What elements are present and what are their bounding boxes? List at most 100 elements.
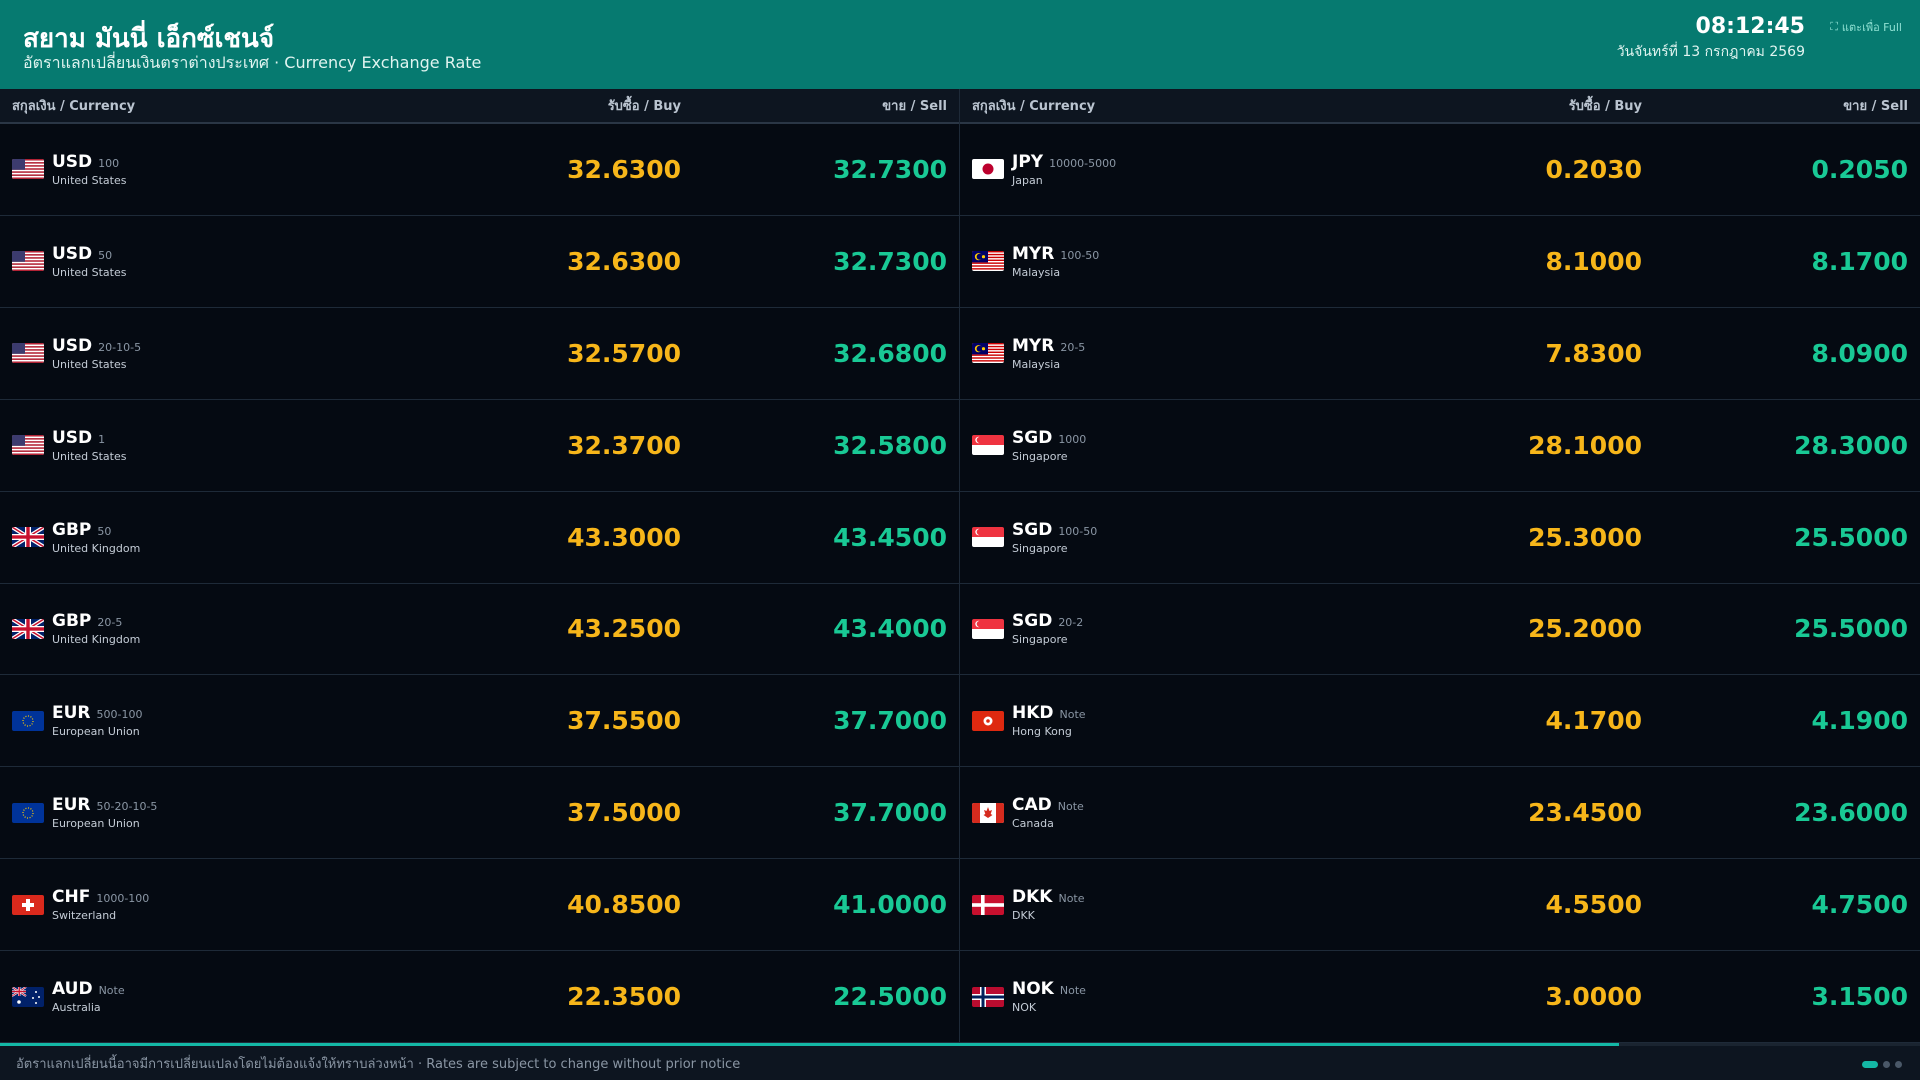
no-flag-icon — [972, 986, 1004, 1007]
uk-flag-icon — [12, 527, 44, 548]
buy-rate: 32.3700 — [567, 430, 681, 460]
sell-rate: 23.6000 — [1794, 798, 1908, 828]
currency-code: CHF — [52, 887, 91, 908]
currency-code-line: DKK Note — [1012, 887, 1085, 907]
currency-code: NOK — [1012, 979, 1054, 1000]
currency-code: SGD — [1012, 611, 1053, 632]
denomination: 100-50 — [1058, 524, 1098, 538]
currency-info: JPY 10000-5000 Japan — [1012, 152, 1116, 187]
currency-code-line: SGD 1000 — [1012, 428, 1086, 448]
page-dot[interactable] — [1895, 1061, 1902, 1068]
column-header-sell: ขาย / Sell — [882, 99, 947, 114]
buy-rate: 32.5700 — [567, 338, 681, 368]
currency-code-line: NOK Note — [1012, 979, 1086, 999]
country-name: Singapore — [1012, 633, 1068, 647]
column-header-buy: รับซื้อ / Buy — [607, 99, 681, 114]
rate-row-hkd: HKD Note Hong Kong 4.1700 4.1900 — [960, 675, 1920, 768]
rate-row-myr: MYR 20-5 Malaysia 7.8300 8.0900 — [960, 308, 1920, 400]
currency-code: AUD — [52, 979, 93, 1000]
currency-code: SGD — [1012, 519, 1053, 540]
sell-rate: 0.2050 — [1811, 154, 1908, 184]
buy-rate: 28.1000 — [1528, 430, 1642, 460]
denomination: 10000-5000 — [1049, 156, 1117, 170]
denomination: Note — [1058, 892, 1085, 906]
rate-row-dkk: DKK Note DKK 4.5500 4.7500 — [960, 859, 1920, 952]
rate-row-usd: USD 1 United States 32.3700 32.5800 — [0, 400, 959, 492]
buy-rate: 32.6300 — [567, 154, 681, 184]
currency-code: USD — [52, 151, 93, 172]
sell-rate: 28.3000 — [1794, 430, 1908, 460]
sell-rate: 4.7500 — [1811, 890, 1908, 920]
rate-row-cad: CAD Note Canada 23.4500 23.6000 — [960, 767, 1920, 860]
sg-flag-icon — [972, 527, 1004, 548]
my-flag-icon — [972, 343, 1004, 364]
rate-row-eur: EUR 500-100 European Union 37.5500 37.7000 — [0, 675, 959, 768]
currency-info: CAD Note Canada — [1012, 795, 1084, 830]
currency-cell: MYR 100-50 Malaysia — [960, 244, 1362, 279]
buy-rate: 4.1700 — [1545, 706, 1642, 736]
currency-code: MYR — [1012, 335, 1055, 356]
currency-info: USD 100 United States — [52, 152, 127, 187]
denomination: 500-100 — [96, 708, 143, 722]
currency-cell: GBP 20-5 United Kingdom — [0, 611, 401, 646]
rate-row-sgd: SGD 1000 Singapore 28.1000 28.3000 — [960, 400, 1920, 492]
my-flag-icon — [972, 251, 1004, 272]
currency-code-line: CAD Note — [1012, 795, 1084, 815]
rate-notice: อัตราแลกเปลี่ยนนี้อาจมีการเปลี่ยนแปลงโดย… — [16, 1056, 741, 1072]
column-header-currency: สกุลเงิน / Currency — [972, 99, 1096, 114]
fullscreen-button[interactable]: ⛶ แตะเพื่อ Full — [1830, 18, 1902, 36]
denomination: 20-5 — [97, 616, 123, 630]
sell-rate: 8.0900 — [1811, 338, 1908, 368]
sell-rate: 32.7300 — [833, 154, 947, 184]
clock-time: 08:12:45 — [1695, 14, 1805, 39]
denomination: 20-2 — [1058, 616, 1084, 630]
country-name: United States — [52, 173, 127, 187]
currency-cell: MYR 20-5 Malaysia — [960, 336, 1362, 371]
fullscreen-label: แตะเพื่อ Full — [1841, 21, 1902, 34]
currency-info: EUR 500-100 European Union — [52, 703, 142, 738]
sg-flag-icon — [972, 435, 1004, 456]
column-header-currency: สกุลเงิน / Currency — [12, 99, 136, 114]
sell-rate: 25.5000 — [1794, 614, 1908, 644]
rates-panel-right: สกุลเงิน / Currency รับซื้อ / Buy ขาย / … — [960, 89, 1920, 1044]
denomination: 100-50 — [1060, 248, 1100, 262]
column-header-row: สกุลเงิน / Currency รับซื้อ / Buy ขาย / … — [0, 89, 959, 124]
buy-rate: 8.1000 — [1545, 246, 1642, 276]
currency-info: CHF 1000-100 Switzerland — [52, 887, 149, 922]
currency-cell: USD 20-10-5 United States — [0, 336, 401, 371]
currency-code-line: JPY 10000-5000 — [1012, 152, 1116, 172]
page-dot[interactable] — [1883, 1061, 1890, 1068]
page-indicator — [1862, 1061, 1902, 1068]
sell-rate: 8.1700 — [1811, 246, 1908, 276]
country-name: Australia — [52, 1001, 101, 1015]
us-flag-icon — [12, 435, 44, 456]
currency-code-line: EUR 50-20-10-5 — [52, 795, 157, 815]
rate-row-chf: CHF 1000-100 Switzerland 40.8500 41.0000 — [0, 859, 959, 952]
rates-board: สกุลเงิน / Currency รับซื้อ / Buy ขาย / … — [0, 89, 1920, 1044]
currency-code: USD — [52, 335, 93, 356]
denomination: Note — [1059, 708, 1086, 722]
buy-rate: 43.2500 — [567, 614, 681, 644]
page-dot[interactable] — [1862, 1061, 1878, 1068]
currency-info: SGD 100-50 Singapore — [1012, 520, 1097, 555]
buy-rate: 7.8300 — [1545, 338, 1642, 368]
country-name: Switzerland — [52, 909, 117, 923]
denomination: 100 — [98, 156, 120, 170]
sell-rate: 32.5800 — [833, 430, 947, 460]
buy-rate: 4.5500 — [1545, 890, 1642, 920]
rate-row-usd: USD 20-10-5 United States 32.5700 32.6800 — [0, 308, 959, 400]
buy-rate: 37.5000 — [567, 798, 681, 828]
rate-row-usd: USD 50 United States 32.6300 32.7300 — [0, 216, 959, 308]
currency-code-line: SGD 100-50 — [1012, 520, 1097, 540]
currency-code: SGD — [1012, 427, 1053, 448]
buy-rate: 37.5500 — [567, 706, 681, 736]
rate-rows-right: JPY 10000-5000 Japan 0.2030 0.2050 MYR 100-50 M… — [960, 124, 1920, 1044]
currency-info: AUD Note Australia — [52, 979, 125, 1014]
currency-cell: HKD Note Hong Kong — [960, 703, 1362, 738]
currency-info: SGD 1000 Singapore — [1012, 428, 1086, 463]
country-name: Singapore — [1012, 541, 1068, 555]
currency-cell: CAD Note Canada — [960, 795, 1362, 830]
rate-row-sgd: SGD 20-2 Singapore 25.2000 25.5000 — [960, 584, 1920, 676]
denomination: 1000-100 — [96, 892, 150, 906]
buy-rate: 25.2000 — [1528, 614, 1642, 644]
